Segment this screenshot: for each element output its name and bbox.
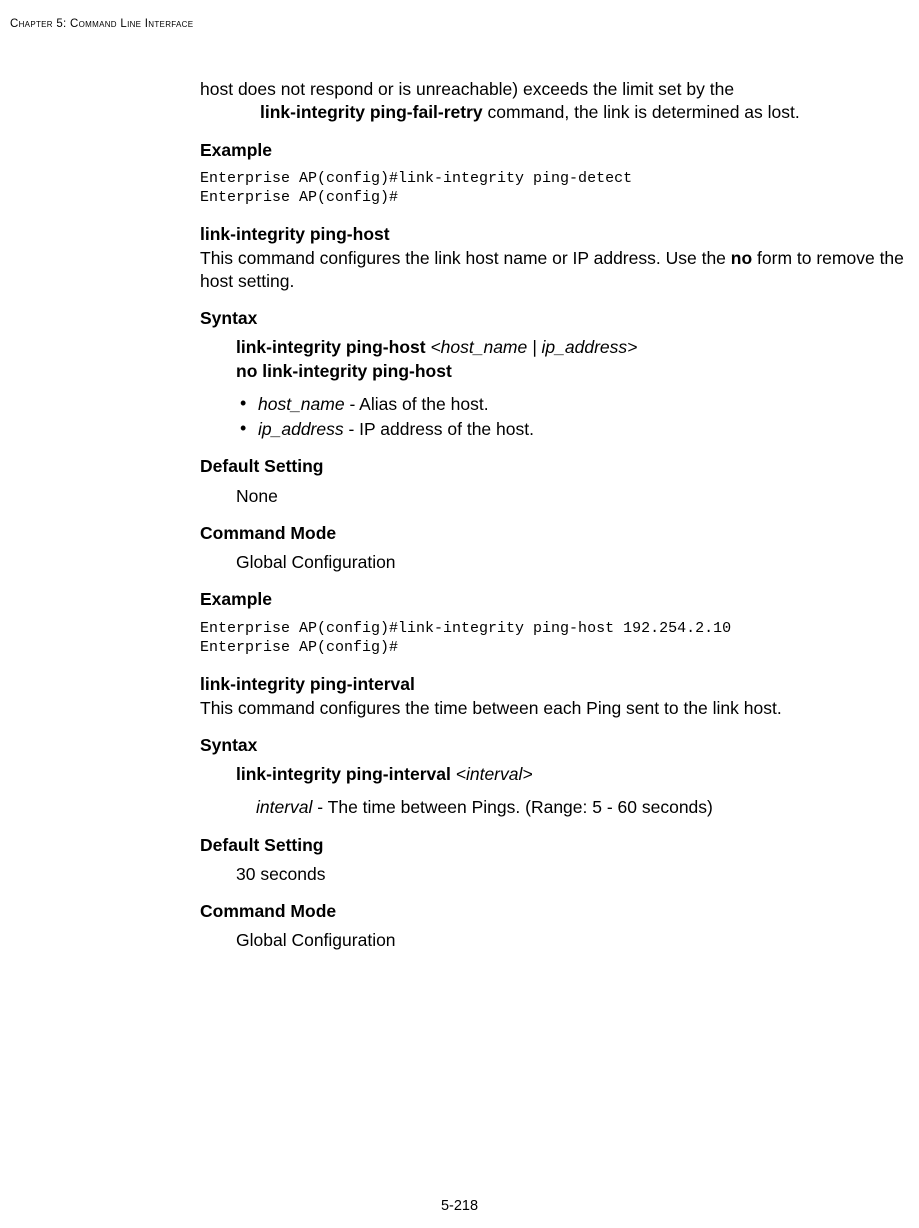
pinginterval-syntax: link-integrity ping-interval <interval>: [200, 763, 905, 786]
pinghost-syntax-heading: Syntax: [200, 307, 905, 330]
pinginterval-explain-rest: - The time between Pings. (Range: 5 - 60…: [312, 797, 712, 817]
pinghost-desc-1: This command configures the link host na…: [200, 248, 731, 268]
pinginterval-mode-value: Global Configuration: [200, 929, 905, 952]
pinghost-syn-b2: no link-integrity ping-host: [236, 361, 452, 381]
pinghost-desc-bold: no: [731, 248, 752, 268]
pinghost-mode-heading: Command Mode: [200, 522, 905, 545]
intro-rest: command, the link is determined as lost.: [483, 102, 800, 122]
pinghost-default-value: None: [200, 485, 905, 508]
pinghost-default-heading: Default Setting: [200, 455, 905, 478]
intro-paragraph: host does not respond or is unreachable)…: [200, 78, 905, 125]
pinghost-syntax-line1: link-integrity ping-host <host_name | ip…: [236, 336, 905, 359]
page-content: host does not respond or is unreachable)…: [200, 78, 905, 953]
list-item: ip_address - IP address of the host.: [236, 418, 905, 441]
pinginterval-syn-i: <interval>: [456, 764, 533, 784]
bullet-term: ip_address: [258, 419, 344, 439]
pinginterval-default-heading: Default Setting: [200, 834, 905, 857]
intro-line1: host does not respond or is unreachable)…: [200, 79, 734, 99]
pinginterval-mode-heading: Command Mode: [200, 900, 905, 923]
pinginterval-syntax-heading: Syntax: [200, 734, 905, 757]
pinghost-syn-b1: link-integrity ping-host: [236, 337, 430, 357]
bullet-term: host_name: [258, 394, 345, 414]
pinghost-mode-value: Global Configuration: [200, 551, 905, 574]
running-head: Chapter 5: Command Line Interface: [10, 18, 909, 30]
pinghost-example-heading: Example: [200, 588, 905, 611]
pinginterval-default-value: 30 seconds: [200, 863, 905, 886]
pinginterval-explain: interval - The time between Pings. (Rang…: [200, 796, 905, 819]
list-item: host_name - Alias of the host.: [236, 393, 905, 416]
pinginterval-syn-b: link-integrity ping-interval: [236, 764, 456, 784]
example1-code: Enterprise AP(config)#link-integrity pin…: [200, 170, 905, 208]
pinghost-syntax: link-integrity ping-host <host_name | ip…: [200, 336, 905, 383]
pinghost-title: link-integrity ping-host: [200, 223, 905, 246]
pinginterval-explain-term: interval: [256, 797, 312, 817]
pinginterval-desc: This command configures the time between…: [200, 697, 905, 720]
pinghost-desc: This command configures the link host na…: [200, 247, 905, 294]
page-number: 5-218: [0, 1198, 919, 1214]
pinghost-bullets: host_name - Alias of the host. ip_addres…: [200, 393, 905, 442]
intro-bold: link-integrity ping-fail-retry: [260, 102, 483, 122]
example1-heading: Example: [200, 139, 905, 162]
bullet-rest: - IP address of the host.: [344, 419, 534, 439]
bullet-rest: - Alias of the host.: [345, 394, 489, 414]
pinginterval-title: link-integrity ping-interval: [200, 673, 905, 696]
pinghost-example-code: Enterprise AP(config)#link-integrity pin…: [200, 620, 905, 658]
pinghost-syn-i1: <host_name | ip_address>: [430, 337, 637, 357]
pinghost-syntax-line2: no link-integrity ping-host: [236, 360, 905, 383]
